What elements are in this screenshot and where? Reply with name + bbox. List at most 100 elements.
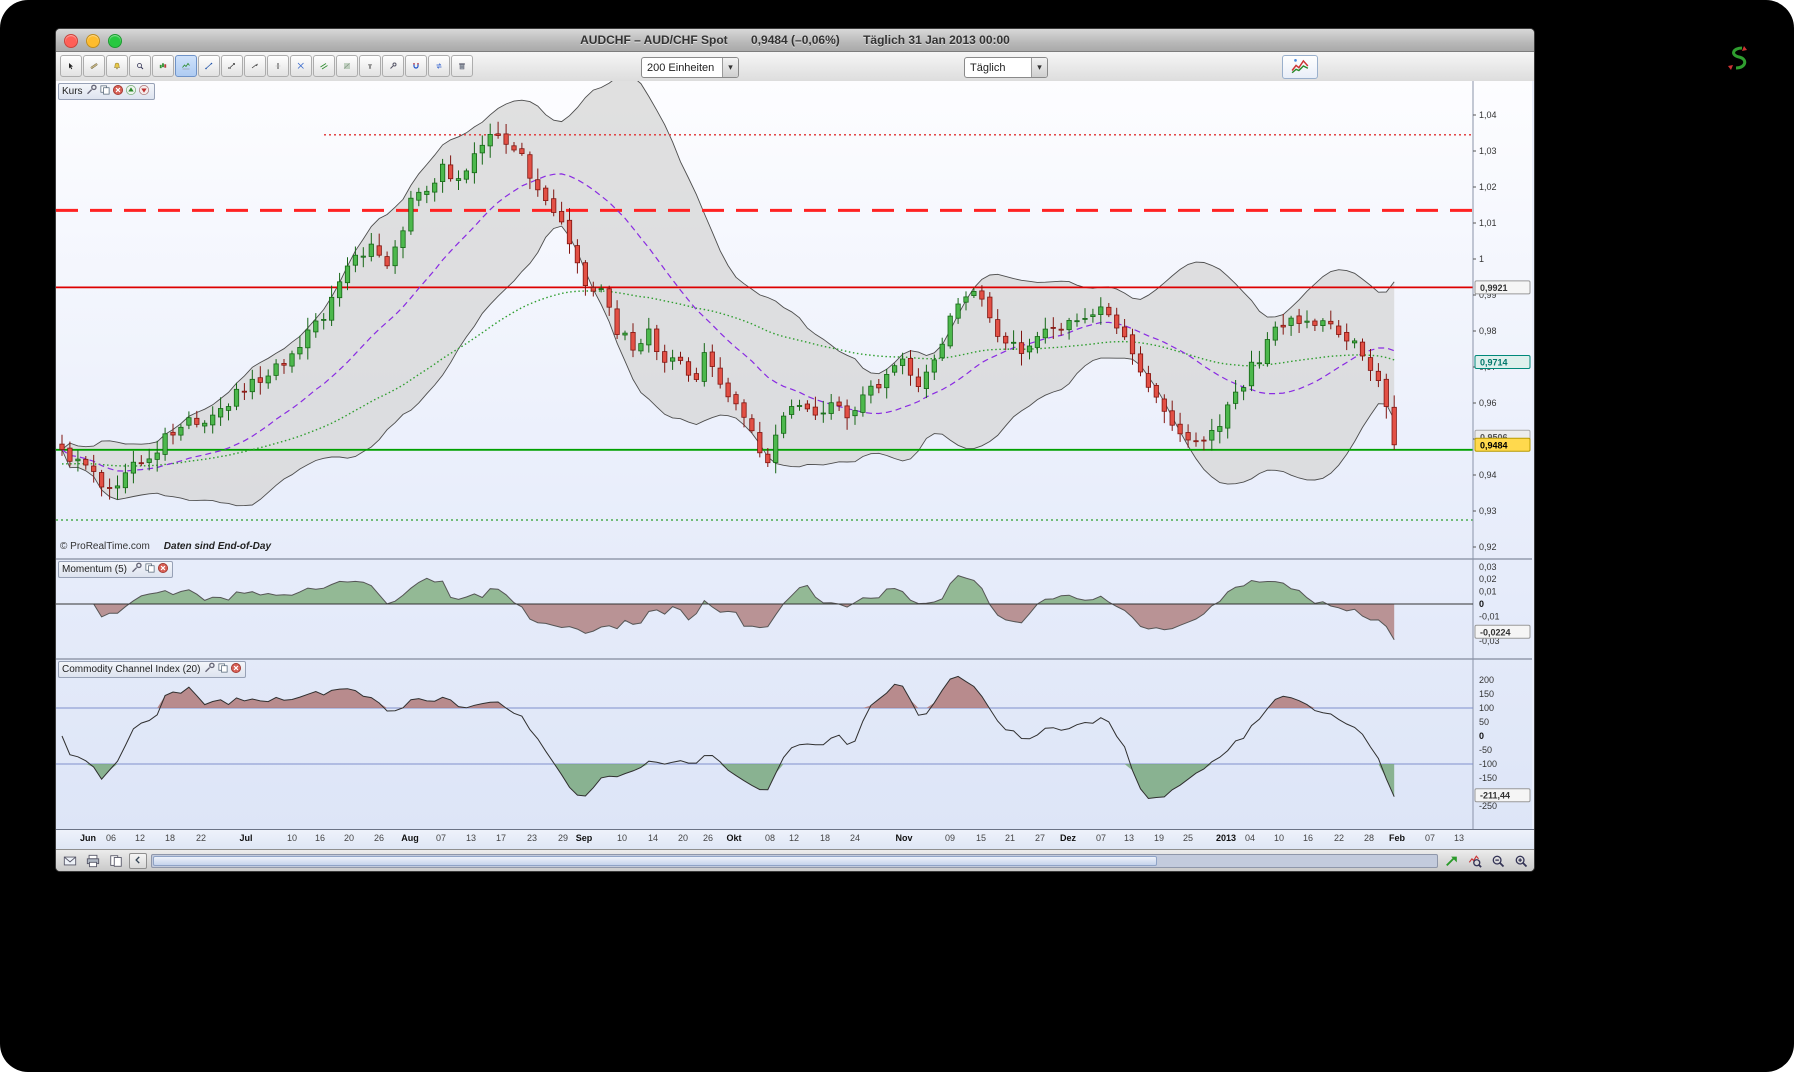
x-axis-label: 20 (677, 833, 689, 843)
close-window-button[interactable] (64, 34, 78, 48)
close-icon[interactable] (112, 84, 125, 97)
wrench-icon[interactable] (203, 662, 216, 675)
chevron-down-icon: ▾ (1031, 58, 1047, 77)
svg-text:100: 100 (1479, 703, 1494, 713)
tool-icon-group: T (60, 55, 473, 77)
maximize-window-button[interactable] (108, 34, 122, 48)
chevron-down-icon: ▾ (722, 58, 738, 77)
wrench-icon[interactable] (86, 84, 99, 97)
svg-text:-50: -50 (1479, 745, 1492, 755)
x-axis-label: 12 (134, 833, 146, 843)
svg-text:200: 200 (1479, 675, 1494, 685)
horizontal-scrollbar[interactable] (151, 853, 1438, 868)
down-icon[interactable] (138, 84, 151, 97)
close-icon[interactable] (156, 562, 169, 575)
mini-chart-icon (1291, 57, 1309, 78)
svg-text:1: 1 (1479, 254, 1484, 264)
x-axis-label: 16 (1302, 833, 1314, 843)
titlebar[interactable]: AUDCHF – AUD/CHF Spot 0,9484 (–0,06%) Tä… (56, 29, 1534, 52)
copy-icon[interactable] (143, 562, 156, 575)
pages-icon[interactable] (106, 852, 125, 870)
x-axis-label: 09 (944, 833, 956, 843)
wrench-icon[interactable] (130, 562, 143, 575)
chart-zoom-icon[interactable] (1465, 852, 1484, 870)
svg-text:0: 0 (1479, 599, 1484, 609)
x-axis-label: Feb (1388, 833, 1406, 843)
drawing-toolbar: T 200 Einheiten ▾ Täglich ▾ (56, 52, 1534, 83)
timeframe-dropdown[interactable]: Täglich ▾ (964, 57, 1048, 78)
zoom-in-icon[interactable] (1511, 852, 1530, 870)
zoom-tool-icon[interactable] (129, 55, 151, 77)
fibonacci-tool-icon[interactable] (336, 55, 358, 77)
measure-tool-icon[interactable] (83, 55, 105, 77)
units-dropdown[interactable]: 200 Einheiten ▾ (641, 57, 739, 78)
text-tool-icon[interactable]: T (359, 55, 381, 77)
x-axis-label: 19 (1153, 833, 1165, 843)
copyright-text: © ProRealTime.com (60, 541, 150, 552)
chart-canvas[interactable]: 1,041,031,021,0110,990,980,970,960,950,9… (56, 81, 1532, 829)
x-axis-label: 08 (764, 833, 776, 843)
kurs-panel-header: Kurs (58, 83, 155, 100)
chart-area[interactable]: 1,041,031,021,0110,990,980,970,960,950,9… (56, 81, 1534, 850)
ray-tool-icon[interactable] (244, 55, 266, 77)
window-title: AUDCHF – AUD/CHF Spot 0,9484 (–0,06%) Tä… (56, 29, 1534, 51)
green-arrow-icon[interactable] (1442, 852, 1461, 870)
indicator-tool-icon[interactable] (175, 55, 197, 77)
magnet-tool-icon[interactable] (405, 55, 427, 77)
svg-text:0,9484: 0,9484 (1480, 440, 1508, 450)
x-axis-label: 06 (105, 833, 117, 843)
x-axis-label: 22 (195, 833, 207, 843)
statusbar (56, 849, 1534, 871)
pattern-tool-icon[interactable] (152, 55, 174, 77)
alert-tool-icon[interactable] (106, 55, 128, 77)
sync-tool-icon[interactable] (428, 55, 450, 77)
cursor-tool-icon[interactable] (60, 55, 82, 77)
x-axis-label: Jul (239, 833, 253, 843)
scrollbar-thumb[interactable] (153, 855, 1158, 866)
trend-line-tool-icon[interactable] (198, 55, 220, 77)
x-axis-label: 13 (465, 833, 477, 843)
x-axis-label: 17 (495, 833, 507, 843)
x-axis-label: 29 (557, 833, 569, 843)
cci-panel-header: Commodity Channel Index (20) (58, 661, 247, 678)
svg-text:0,9921: 0,9921 (1480, 283, 1508, 293)
copy-icon[interactable] (99, 84, 112, 97)
x-axis-label: Aug (401, 833, 419, 843)
delete-tool-icon[interactable] (451, 55, 473, 77)
printer-icon[interactable] (83, 852, 102, 870)
close-icon[interactable] (229, 662, 242, 675)
tools-tool-icon[interactable] (382, 55, 404, 77)
x-axis-label: 15 (975, 833, 987, 843)
up-icon[interactable] (125, 84, 138, 97)
x-axis-label: 26 (373, 833, 385, 843)
segment-tool-icon[interactable] (221, 55, 243, 77)
x-axis-label: 04 (1244, 833, 1256, 843)
x-axis-label: 10 (286, 833, 298, 843)
x-axis-label: 10 (616, 833, 628, 843)
svg-text:0,98: 0,98 (1479, 326, 1497, 336)
left-arrow-icon (133, 852, 143, 870)
vertical-line-tool-icon[interactable] (267, 55, 289, 77)
x-axis-label: Jun (79, 833, 97, 843)
svg-text:0: 0 (1479, 731, 1484, 741)
scroll-left-button[interactable] (129, 852, 147, 870)
x-axis-label: 07 (435, 833, 447, 843)
x-axis-label: 21 (1004, 833, 1016, 843)
x-axis-label: 23 (526, 833, 538, 843)
envelope-icon[interactable] (60, 852, 79, 870)
trading-app-window: AUDCHF – AUD/CHF Spot 0,9484 (–0,06%) Tä… (55, 28, 1535, 872)
channel-tool-icon[interactable] (313, 55, 335, 77)
copy-icon[interactable] (216, 662, 229, 675)
x-axis-label: Dez (1059, 833, 1077, 843)
prorealtime-logo-icon[interactable] (1722, 44, 1750, 72)
x-axis-label: 07 (1424, 833, 1436, 843)
x-axis-label: 26 (702, 833, 714, 843)
minimize-window-button[interactable] (86, 34, 100, 48)
x-axis-label: 12 (788, 833, 800, 843)
chart-type-button[interactable] (1282, 55, 1318, 79)
zoom-out-icon[interactable] (1488, 852, 1507, 870)
cross-lines-tool-icon[interactable] (290, 55, 312, 77)
svg-text:-211,44: -211,44 (1480, 791, 1510, 801)
x-axis-label: 13 (1453, 833, 1465, 843)
svg-text:50: 50 (1479, 717, 1489, 727)
